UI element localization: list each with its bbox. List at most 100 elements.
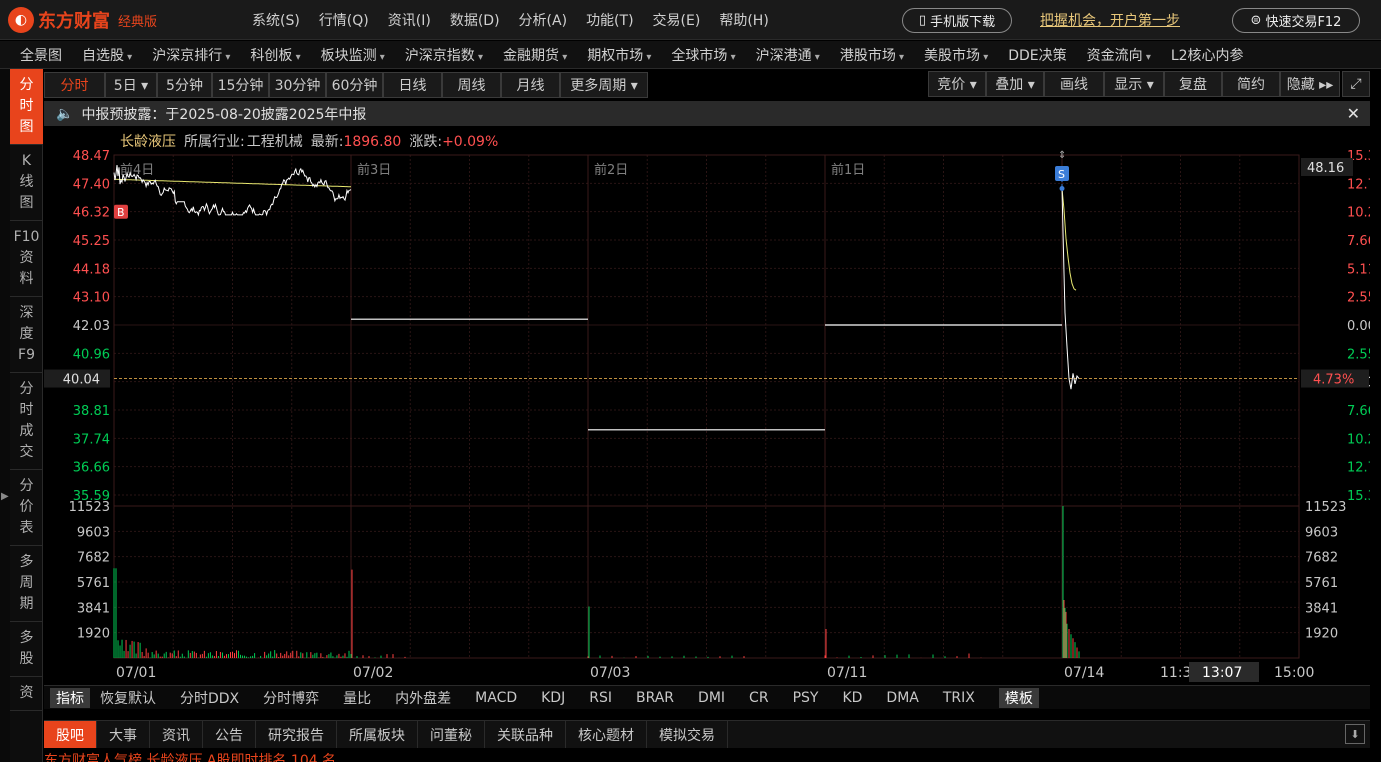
price-tick-label: 45.25: [73, 234, 110, 249]
chart-tool-button[interactable]: 画线: [1044, 71, 1104, 97]
period-button[interactable]: 30分钟: [269, 72, 326, 98]
menu-item[interactable]: 系统(S): [252, 10, 300, 30]
close-notice-icon[interactable]: ✕: [1347, 104, 1360, 123]
indicator-item[interactable]: KD: [842, 690, 862, 706]
view-tab[interactable]: 分 时 成 交: [10, 373, 43, 470]
nav-item[interactable]: 科创板: [250, 45, 300, 65]
day-label: 前3日: [357, 162, 391, 178]
view-tab[interactable]: 深 度 F9: [10, 297, 43, 373]
nav-item[interactable]: 期权市场: [587, 45, 651, 65]
indicator-item[interactable]: 分时DDX: [180, 688, 239, 708]
info-tab[interactable]: 关联品种: [485, 721, 566, 748]
menu-item[interactable]: 数据(D): [450, 10, 500, 30]
panel-toggle-icon[interactable]: ⬇: [1345, 724, 1365, 744]
quick-trade-button[interactable]: ⊜ 快速交易F12: [1232, 8, 1360, 33]
chart-tool-button[interactable]: 隐藏 ▸▸: [1280, 71, 1340, 97]
price-tick-label: 37.74: [73, 432, 110, 447]
info-tab[interactable]: 模拟交易: [647, 721, 728, 748]
info-tab[interactable]: 所属板块: [337, 721, 418, 748]
left-collapse-strip[interactable]: ▶: [0, 69, 10, 762]
nav-item[interactable]: 沪深港通: [756, 45, 820, 65]
price-tick-label: 42.03: [73, 319, 110, 334]
info-tabs: 股吧 大事 资讯 公告 研究报告 所属板块 问董秘 关联品种 核心题材 模拟交易: [44, 720, 1370, 748]
nav-item[interactable]: L2核心内参: [1171, 45, 1244, 65]
volume-tick-label-right: 5761: [1305, 576, 1338, 591]
nav-item[interactable]: 金融期货: [503, 45, 567, 65]
view-tab[interactable]: F10 资 料: [10, 221, 43, 297]
fullscreen-button[interactable]: ⤢: [1342, 71, 1370, 97]
indicator-item[interactable]: TRIX: [943, 690, 975, 706]
open-account-link[interactable]: 把握机会，开户第一步: [1040, 10, 1180, 30]
period-button[interactable]: 日线: [383, 72, 442, 98]
intraday-chart[interactable]: 48.47 15.32% 47.40 12.77% 46.32 10.21% 45.25 7.…: [44, 150, 1370, 685]
period-button[interactable]: 月线: [501, 72, 560, 98]
indicator-item[interactable]: KDJ: [541, 690, 565, 706]
period-button[interactable]: 周线: [442, 72, 501, 98]
indicator-item[interactable]: CR: [749, 690, 769, 706]
day-label: 前2日: [594, 162, 628, 178]
period-button[interactable]: 5日 ▾: [105, 72, 157, 98]
view-tab[interactable]: K 线 图: [10, 145, 43, 221]
info-tab[interactable]: 公告: [203, 721, 256, 748]
nav-item[interactable]: 全球市场: [671, 45, 735, 65]
current-pct-label: 4.73%: [1313, 373, 1354, 388]
indicator-item[interactable]: 恢复默认: [100, 688, 156, 708]
indicator-label[interactable]: 指标: [50, 687, 90, 708]
view-tab[interactable]: 资: [10, 677, 43, 711]
cursor-time-label: 13:07: [1202, 665, 1242, 681]
nav-item[interactable]: 沪深京指数: [405, 45, 483, 65]
nav-item[interactable]: 港股市场: [840, 45, 904, 65]
pct-tick-label: 15.32%: [1347, 489, 1370, 504]
period-button[interactable]: 60分钟: [326, 72, 383, 98]
view-tab[interactable]: 分 时 图: [10, 69, 43, 145]
view-tab[interactable]: 分 价 表: [10, 470, 43, 546]
period-button[interactable]: 分时: [44, 72, 105, 98]
view-tab[interactable]: 多 周 期: [10, 546, 43, 622]
view-tab[interactable]: 多 股: [10, 622, 43, 677]
nav-item[interactable]: 沪深京排行: [152, 45, 230, 65]
chart-tool-button[interactable]: 竞价 ▾: [928, 71, 986, 97]
nav-item[interactable]: 全景图: [20, 45, 62, 65]
indicator-item[interactable]: BRAR: [636, 690, 674, 706]
chart-tool-button[interactable]: 显示 ▾: [1104, 71, 1164, 97]
price-badge: 48.16: [1307, 161, 1344, 176]
pct-tick-label: 0.00%: [1347, 319, 1370, 334]
period-button[interactable]: 5分钟: [157, 72, 212, 98]
indicator-item[interactable]: 量比: [343, 688, 371, 708]
menu-item[interactable]: 帮助(H): [719, 10, 768, 30]
menu-item[interactable]: 交易(E): [653, 10, 701, 30]
menu-item[interactable]: 分析(A): [519, 10, 568, 30]
indicator-item[interactable]: DMI: [698, 690, 725, 706]
speaker-icon: 🔈: [56, 105, 74, 122]
chart-tool-button[interactable]: 叠加 ▾: [986, 71, 1044, 97]
price-tick-label: 38.81: [73, 404, 110, 419]
nav-item[interactable]: 板块监测: [321, 45, 385, 65]
menu-item[interactable]: 资讯(I): [388, 10, 431, 30]
nav-item[interactable]: 美股市场: [924, 45, 988, 65]
menu-item[interactable]: 行情(Q): [319, 10, 369, 30]
info-tab[interactable]: 资讯: [150, 721, 203, 748]
indicator-item[interactable]: 内外盘差: [395, 688, 451, 708]
info-tab[interactable]: 问董秘: [418, 721, 485, 748]
menu-item[interactable]: 功能(T): [586, 10, 633, 30]
indicator-item[interactable]: DMA: [886, 690, 918, 706]
mobile-download-button[interactable]: ▯ 手机版下载: [902, 8, 1012, 33]
nav-item[interactable]: DDE决策: [1008, 45, 1066, 65]
nav-item[interactable]: 资金流向: [1087, 45, 1151, 65]
template-button[interactable]: 模板: [998, 687, 1039, 708]
chart-tool-button[interactable]: 复盘: [1164, 71, 1222, 97]
indicator-item[interactable]: PSY: [793, 690, 819, 706]
info-tab[interactable]: 核心题材: [566, 721, 647, 748]
indicator-item[interactable]: MACD: [475, 690, 517, 706]
indicator-item[interactable]: 分时博弈: [263, 688, 319, 708]
info-tab[interactable]: 研究报告: [256, 721, 337, 748]
period-button[interactable]: 更多周期 ▾: [560, 72, 648, 98]
nav-item[interactable]: 自选股: [82, 45, 132, 65]
info-tab[interactable]: 大事: [97, 721, 150, 748]
view-tabs: 分 时 图K 线 图 F10 资 料深 度 F9 分 时 成 交分 价 表多 周 期…: [10, 69, 43, 762]
period-button[interactable]: 15分钟: [212, 72, 269, 98]
indicator-item[interactable]: RSI: [589, 690, 612, 706]
stock-name[interactable]: 长龄液压: [120, 131, 176, 151]
info-tab[interactable]: 股吧: [44, 721, 97, 748]
chart-tool-button[interactable]: 简约: [1222, 71, 1280, 97]
